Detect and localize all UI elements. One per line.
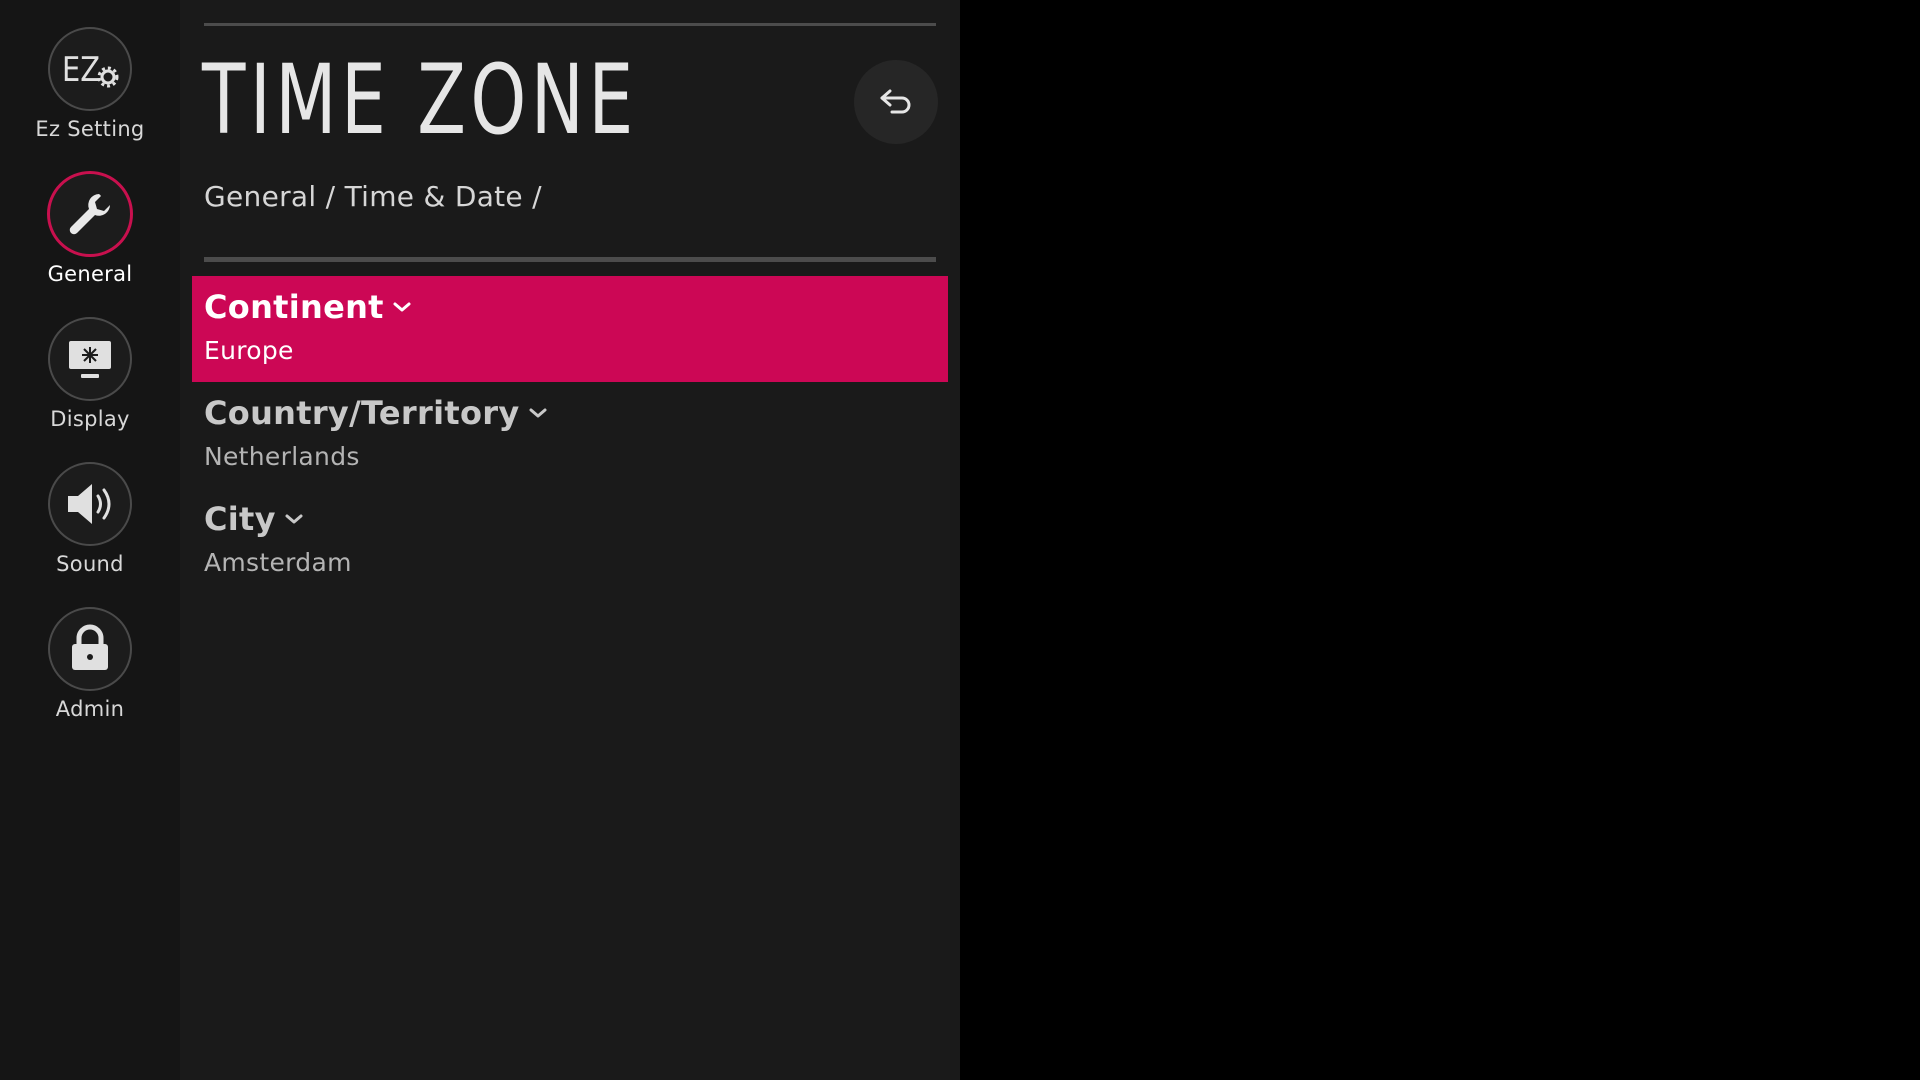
sidebar-item-label: General: [47, 262, 133, 286]
setting-label: City: [204, 500, 304, 538]
svg-text:EZ: EZ: [62, 50, 100, 90]
sidebar-item-label: Admin: [55, 697, 125, 721]
country-territory-dropdown[interactable]: Country/Territory Netherlands: [192, 382, 948, 488]
divider: [204, 23, 936, 26]
page-title: TIME ZONE: [202, 44, 638, 156]
sidebar-item-display[interactable]: Display: [0, 317, 180, 447]
back-button[interactable]: [854, 60, 938, 144]
sidebar-item-label: Display: [50, 407, 130, 431]
display-icon: [48, 317, 132, 401]
chevron-down-icon: [529, 408, 546, 418]
setting-value: Europe: [204, 336, 294, 365]
divider: [204, 257, 936, 262]
setting-label-text: Country/Territory: [204, 394, 520, 432]
sidebar-item-general[interactable]: General: [0, 171, 180, 302]
continent-dropdown[interactable]: Continent Europe: [192, 276, 948, 382]
sidebar-item-admin[interactable]: Admin: [0, 607, 180, 737]
chevron-down-icon: [285, 514, 303, 524]
sidebar-item-sound[interactable]: Sound: [0, 462, 180, 592]
ez-setting-icon: EZ: [48, 27, 132, 111]
setting-value: Netherlands: [204, 442, 360, 471]
sidebar: EZ Ez Setting General Display Sound Admi…: [0, 0, 180, 1080]
city-dropdown[interactable]: City Amsterdam: [192, 488, 948, 594]
setting-value: Amsterdam: [204, 548, 352, 577]
setting-label-text: Continent: [204, 288, 384, 326]
sidebar-item-label: Ez Setting: [35, 117, 145, 141]
tv-settings-screen: EZ Ez Setting General Display Sound Admi…: [0, 0, 1920, 1080]
sidebar-item-ez-setting[interactable]: EZ Ez Setting: [0, 27, 180, 157]
speaker-icon: [48, 462, 132, 546]
wrench-icon: [47, 171, 133, 257]
setting-label-text: City: [204, 500, 276, 538]
breadcrumb: General / Time & Date /: [204, 180, 542, 213]
sidebar-item-label: Sound: [56, 552, 124, 576]
lock-icon: [48, 607, 132, 691]
setting-label: Continent: [204, 288, 412, 326]
setting-label: Country/Territory: [204, 394, 548, 432]
settings-panel: TIME ZONE General / Time & Date / Contin…: [180, 0, 960, 1080]
chevron-down-icon: [393, 302, 411, 312]
back-arrow-icon: [880, 89, 911, 114]
